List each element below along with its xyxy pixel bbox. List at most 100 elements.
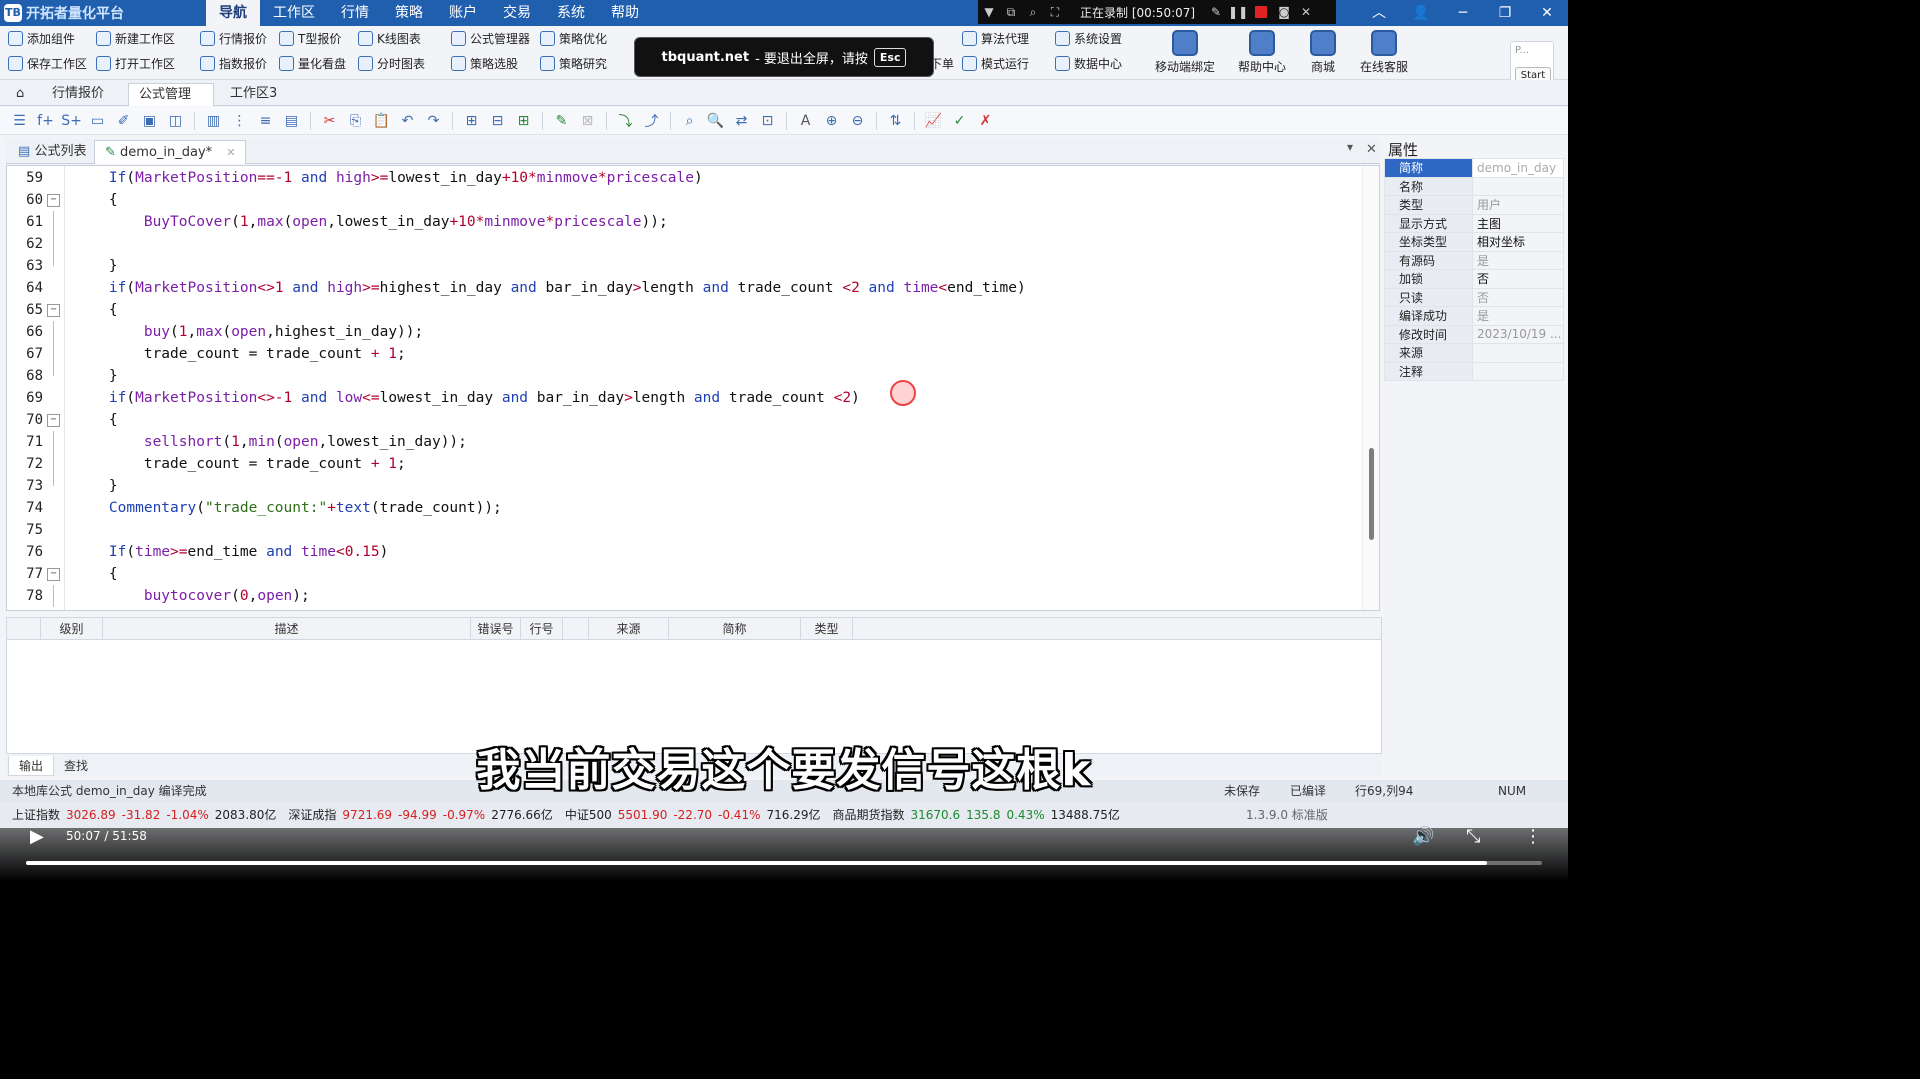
property-value[interactable]: 主图 (1472, 213, 1564, 233)
new-workspace-button[interactable]: 新建工作区 (96, 28, 175, 48)
find-icon[interactable]: ⌕ (680, 112, 699, 130)
online-service-button[interactable]: 在线客服 (1349, 30, 1419, 75)
property-row[interactable]: 有源码是 (1384, 250, 1564, 270)
code-line[interactable]: 74 Commentary("trade_count:"+text(trade_… (7, 497, 1362, 519)
code-line[interactable]: 75 (7, 519, 1362, 541)
output-col-line[interactable]: 行号 (521, 618, 563, 640)
stop-record-button[interactable] (1255, 6, 1268, 18)
new-formula-icon[interactable]: f+ (36, 112, 55, 130)
replace-icon[interactable]: ⇄ (732, 112, 751, 130)
tab-workspace3[interactable]: 工作区3 (220, 83, 287, 106)
panel-icon[interactable]: ▥ (204, 112, 223, 130)
restore-button[interactable]: ❐ (1484, 0, 1526, 26)
tab-demo-in-day[interactable]: ✎ demo_in_day* ✕ (94, 140, 247, 164)
property-row[interactable]: 来源 (1384, 343, 1564, 363)
open-workspace-button[interactable]: 打开工作区 (96, 53, 175, 73)
property-row[interactable]: 类型 用户 (1384, 195, 1564, 215)
menu-quotes[interactable]: 行情 (328, 0, 382, 26)
property-row[interactable]: 简称 demo_in_day (1384, 158, 1564, 178)
ticker-item[interactable]: 上证指数 3026.89 -31.82 -1.04% 2083.80亿 (12, 808, 282, 822)
algo-proxy-button[interactable]: 算法代理 (962, 28, 1029, 48)
vertical-scrollbar[interactable] (1362, 166, 1379, 610)
dropdown-icon[interactable]: ▼ (978, 5, 1000, 19)
output-col-type[interactable]: 类型 (801, 618, 853, 640)
code-editor[interactable]: 59 If(MarketPosition==-1 and high>=lowes… (6, 165, 1380, 611)
index-quote-button[interactable]: 指数报价 (200, 53, 267, 73)
zoom-in-icon[interactable]: ⊕ (822, 112, 841, 130)
property-row[interactable]: 加锁否 (1384, 269, 1564, 289)
ticker-item[interactable]: 商品期货指数 31670.6 135.8 0.43% 13488.75亿 (832, 808, 1125, 822)
volume-icon[interactable]: 🔊 (1412, 826, 1434, 847)
save-all-icon[interactable]: ◫ (166, 112, 185, 130)
chart-icon[interactable]: 📈 (924, 112, 943, 130)
add-component-button[interactable]: 添加组件 (8, 28, 75, 48)
code-line[interactable]: 68 } (7, 365, 1362, 387)
property-value[interactable]: 相对坐标 (1472, 232, 1564, 252)
formula-manager-button[interactable]: 公式管理器 (451, 28, 530, 48)
pause-icon[interactable]: ❚❚ (1227, 5, 1249, 19)
close-recorder-icon[interactable]: ✕ (1295, 5, 1317, 19)
collapse-icon[interactable]: ︿ (1358, 0, 1400, 26)
property-value[interactable] (1472, 343, 1564, 363)
fold-toggle-icon[interactable]: − (47, 304, 60, 317)
property-row[interactable]: 显示方式 主图 (1384, 213, 1564, 233)
list-icon[interactable]: ≡ (256, 112, 275, 130)
copy-icon[interactable]: ⎘ (346, 112, 365, 130)
mode-run-button[interactable]: 模式运行 (962, 53, 1029, 73)
chart-remove-icon[interactable]: ✗ (976, 112, 995, 130)
property-value[interactable] (1472, 361, 1564, 381)
close-tab-icon[interactable]: ✕ (226, 146, 235, 159)
menu-account[interactable]: 账户 (436, 0, 490, 26)
quote-button[interactable]: 行情报价 (200, 28, 267, 48)
property-value[interactable]: 否 (1472, 287, 1564, 307)
code-line[interactable]: 70− { (7, 409, 1362, 431)
kline-chart-button[interactable]: K线图表 (358, 28, 421, 48)
chart-edit-icon[interactable]: ✓ (950, 112, 969, 130)
paste-icon[interactable]: 📋 (372, 112, 391, 130)
output-col-level[interactable]: 级别 (41, 618, 103, 640)
property-value[interactable]: 否 (1472, 269, 1564, 289)
compile-icon[interactable]: ⊞ (462, 112, 481, 130)
code-line[interactable]: 67 trade_count = trade_count + 1; (7, 343, 1362, 365)
region-icon[interactable]: ⛶ (1044, 5, 1066, 20)
new-strategy-icon[interactable]: S+ (61, 112, 82, 130)
video-progress-bar[interactable] (26, 861, 1542, 865)
tab-formula-list[interactable]: ▤ 公式列表 (8, 140, 96, 164)
code-line[interactable]: 61 BuyToCover(1,max(open,lowest_in_day+1… (7, 211, 1362, 233)
zoom-out-icon[interactable]: ⊖ (848, 112, 867, 130)
code-line[interactable]: 66 buy(1,max(open,highest_in_day)); (7, 321, 1362, 343)
camera-icon[interactable]: ◙ (1273, 5, 1295, 19)
batch-icon[interactable]: ⊞ (514, 112, 533, 130)
exit-fullscreen-icon[interactable]: ⤡ (1466, 826, 1480, 847)
property-row[interactable]: 编译成功是 (1384, 306, 1564, 326)
save-icon[interactable]: ▣ (140, 112, 159, 130)
code-line[interactable]: 69 if(MarketPosition<>-1 and low<=lowest… (7, 387, 1362, 409)
home-icon[interactable]: ⌂ (6, 83, 34, 106)
property-value[interactable]: 用户 (1472, 195, 1564, 215)
play-icon[interactable]: ▶ (30, 826, 48, 847)
code-line[interactable]: 72 trade_count = trade_count + 1; (7, 453, 1362, 475)
search-icon[interactable]: 🔍 (706, 112, 725, 130)
layout-icon[interactable]: ☰ (10, 112, 29, 130)
t-quote-button[interactable]: T型报价 (279, 28, 341, 48)
property-value[interactable] (1472, 176, 1564, 196)
output-col-errno[interactable]: 错误号 (471, 618, 521, 640)
fold-toggle-icon[interactable]: − (47, 194, 60, 207)
code-line[interactable]: 71 sellshort(1,min(open,lowest_in_day)); (7, 431, 1362, 453)
code-line[interactable]: 64 if(MarketPosition<>1 and high>=highes… (7, 277, 1362, 299)
menu-trade[interactable]: 交易 (490, 0, 544, 26)
preview-icon[interactable]: ▤ (282, 112, 301, 130)
edit-icon[interactable]: ✐ (114, 112, 133, 130)
cut-icon[interactable]: ✂ (320, 112, 339, 130)
stock-picker-button[interactable]: 策略选股 (451, 53, 518, 73)
code-line[interactable]: 65− { (7, 299, 1362, 321)
property-row[interactable]: 注释 (1384, 361, 1564, 381)
open-icon[interactable]: ▭ (88, 112, 107, 130)
window-icon[interactable]: ⧉ (1000, 5, 1022, 20)
property-row[interactable]: 名称 (1384, 176, 1564, 196)
property-row[interactable]: 只读否 (1384, 287, 1564, 307)
code-line[interactable]: 77− { (7, 563, 1362, 585)
property-value[interactable]: demo_in_day (1472, 158, 1564, 178)
data-center-button[interactable]: 数据中心 (1055, 53, 1122, 73)
more-options-icon[interactable]: ⋮ (1524, 826, 1542, 847)
